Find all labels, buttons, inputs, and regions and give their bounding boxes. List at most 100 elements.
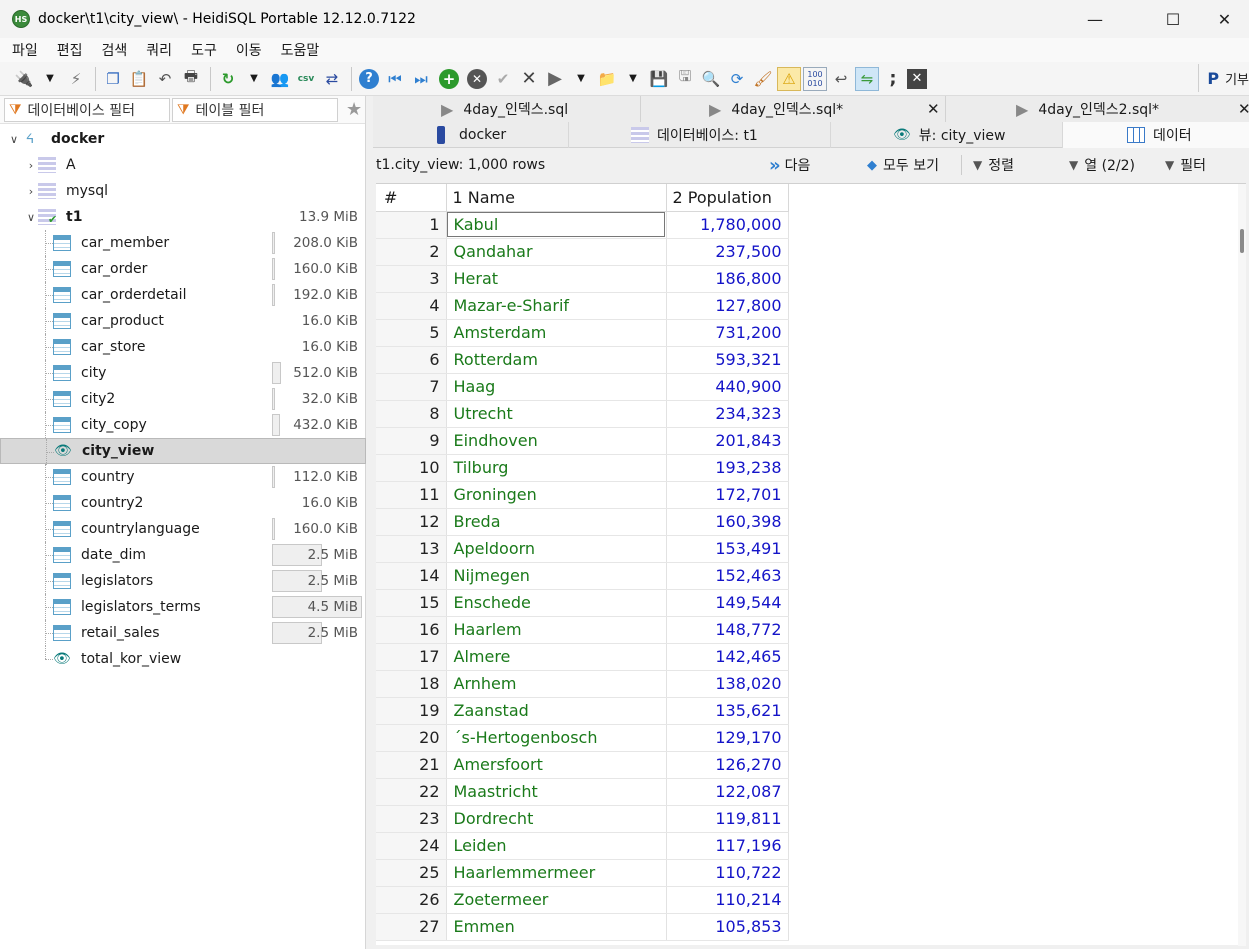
- chevron-down-icon[interactable]: ▼: [621, 67, 645, 91]
- binary-icon[interactable]: 100 010: [803, 66, 827, 91]
- close-tab-icon[interactable]: ✕: [1238, 100, 1249, 118]
- table-row[interactable]: 6 Rotterdam 593,321: [376, 346, 789, 374]
- tree-item-legislators[interactable]: legislators 2.5 MiB: [0, 568, 366, 594]
- population-cell[interactable]: 237,500: [666, 238, 789, 266]
- population-cell[interactable]: 138,020: [666, 670, 789, 698]
- table-row[interactable]: 12 Breda 160,398: [376, 508, 789, 536]
- name-cell[interactable]: Utrecht: [446, 400, 667, 428]
- tree-item-countrylanguage[interactable]: countrylanguage 160.0 KiB: [0, 516, 366, 542]
- table-row[interactable]: 2 Qandahar 237,500: [376, 238, 789, 266]
- copy-icon[interactable]: ❐: [101, 67, 125, 91]
- population-cell[interactable]: 201,843: [666, 427, 789, 455]
- table-row[interactable]: 4 Mazar-e-Sharif 127,800: [376, 292, 789, 320]
- table-row[interactable]: 19 Zaanstad 135,621: [376, 697, 789, 725]
- connect-plug-icon[interactable]: 🔌: [12, 67, 36, 91]
- name-cell[interactable]: Amsterdam: [446, 319, 667, 347]
- menu-file[interactable]: 파일: [12, 40, 38, 60]
- menu-help[interactable]: 도움말: [281, 40, 320, 60]
- menu-tools[interactable]: 도구: [191, 40, 217, 60]
- tree-item-car-order[interactable]: car_order 160.0 KiB: [0, 256, 366, 282]
- tab-docker[interactable]: docker: [373, 122, 569, 148]
- tree-db-a[interactable]: › A: [0, 152, 366, 178]
- refresh-icon[interactable]: ↻: [216, 67, 240, 91]
- tab-data[interactable]: 데이터: [1063, 122, 1249, 148]
- scrollbar-thumb[interactable]: [1240, 229, 1244, 253]
- name-cell[interactable]: Enschede: [446, 589, 667, 617]
- chevron-down-icon[interactable]: ▼: [569, 67, 593, 91]
- disconnect-icon[interactable]: ⚡: [64, 67, 88, 91]
- population-cell[interactable]: 234,323: [666, 400, 789, 428]
- name-cell[interactable]: Leiden: [446, 832, 667, 860]
- population-cell[interactable]: 129,170: [666, 724, 789, 752]
- tree-item-total-kor-view[interactable]: 👁 total_kor_view: [0, 646, 366, 672]
- name-cell[interactable]: Emmen: [446, 913, 667, 941]
- name-cell[interactable]: Haag: [446, 373, 667, 401]
- data-grid[interactable]: # 1 Name 2 Population 1 Kabul 1,780,000 2 Qa…: [376, 183, 1246, 946]
- name-cell[interactable]: Rotterdam: [446, 346, 667, 374]
- tree-item-car-member[interactable]: car_member 208.0 KiB: [0, 230, 366, 256]
- population-cell[interactable]: 160,398: [666, 508, 789, 536]
- add-row-icon[interactable]: +: [439, 68, 459, 89]
- table-row[interactable]: 24 Leiden 117,196: [376, 832, 789, 860]
- table-row[interactable]: 26 Zoetermeer 110,214: [376, 886, 789, 914]
- population-cell[interactable]: 126,270: [666, 751, 789, 779]
- tree-item-city2[interactable]: city2 32.0 KiB: [0, 386, 366, 412]
- tab-view[interactable]: 👁 뷰: city_view: [831, 122, 1063, 148]
- population-cell[interactable]: 153,491: [666, 535, 789, 563]
- table-row[interactable]: 7 Haag 440,900: [376, 373, 789, 401]
- name-cell[interactable]: Arnhem: [446, 670, 667, 698]
- paste-icon[interactable]: 📋: [127, 67, 151, 91]
- print-icon[interactable]: 🖶: [179, 67, 203, 91]
- query-tab-1[interactable]: ▶ 4day_인덱스.sql: [373, 96, 641, 122]
- database-filter-input[interactable]: ⧩ 데이터베이스 필터: [4, 97, 170, 122]
- warning-stop-icon[interactable]: ⚠: [777, 66, 801, 91]
- export-csv-icon[interactable]: csv: [294, 67, 318, 91]
- population-cell[interactable]: 110,214: [666, 886, 789, 914]
- table-row[interactable]: 1 Kabul 1,780,000: [376, 211, 789, 239]
- population-cell[interactable]: 142,465: [666, 643, 789, 671]
- header-row-number[interactable]: #: [376, 184, 447, 212]
- chevron-down-icon[interactable]: ▼: [38, 67, 62, 91]
- table-row[interactable]: 10 Tilburg 193,238: [376, 454, 789, 482]
- tab-database[interactable]: 데이터베이스: t1: [569, 122, 831, 148]
- population-cell[interactable]: 440,900: [666, 373, 789, 401]
- close-window-button[interactable]: ✕: [1200, 0, 1249, 38]
- header-name[interactable]: 1 Name: [446, 184, 667, 212]
- table-row[interactable]: 18 Arnhem 138,020: [376, 670, 789, 698]
- name-cell[interactable]: Mazar-e-Sharif: [446, 292, 667, 320]
- name-cell[interactable]: Breda: [446, 508, 667, 536]
- population-cell[interactable]: 1,780,000: [666, 211, 789, 239]
- filter-button[interactable]: ▼ 필터: [1165, 155, 1206, 175]
- table-row[interactable]: 11 Groningen 172,701: [376, 481, 789, 509]
- user-manager-icon[interactable]: 👥: [268, 67, 292, 91]
- table-row[interactable]: 23 Dordrecht 119,811: [376, 805, 789, 833]
- table-row[interactable]: 3 Herat 186,800: [376, 265, 789, 293]
- chevron-down-icon[interactable]: ∨: [25, 211, 37, 224]
- table-row[interactable]: 5 Amsterdam 731,200: [376, 319, 789, 347]
- vertical-scrollbar[interactable]: [1238, 184, 1246, 946]
- tree-item-car-orderdetail[interactable]: car_orderdetail 192.0 KiB: [0, 282, 366, 308]
- population-cell[interactable]: 122,087: [666, 778, 789, 806]
- menu-query[interactable]: 쿼리: [146, 40, 172, 60]
- name-cell[interactable]: Qandahar: [446, 238, 667, 266]
- population-cell[interactable]: 110,722: [666, 859, 789, 887]
- last-record-icon[interactable]: ⏭: [409, 67, 433, 91]
- query-tab-2[interactable]: ▶ 4day_인덱스.sql* ✕: [641, 96, 946, 122]
- name-cell[interactable]: Haarlem: [446, 616, 667, 644]
- menu-edit[interactable]: 편집: [57, 40, 83, 60]
- save-snippet-icon[interactable]: 🖫: [673, 67, 697, 91]
- population-cell[interactable]: 149,544: [666, 589, 789, 617]
- tree-root-docker[interactable]: ∨ ᔦ docker: [0, 126, 366, 152]
- name-cell[interactable]: Groningen: [446, 481, 667, 509]
- name-cell[interactable]: Eindhoven: [446, 427, 667, 455]
- run-query-icon[interactable]: ▶: [543, 67, 567, 91]
- population-cell[interactable]: 593,321: [666, 346, 789, 374]
- save-icon[interactable]: 💾: [647, 67, 671, 91]
- name-cell[interactable]: Apeldoorn: [446, 535, 667, 563]
- table-row[interactable]: 15 Enschede 149,544: [376, 589, 789, 617]
- open-folder-icon[interactable]: 📁: [595, 67, 619, 91]
- header-population[interactable]: 2 Population: [666, 184, 789, 212]
- population-cell[interactable]: 105,853: [666, 913, 789, 941]
- table-row[interactable]: 20 ´s-Hertogenbosch 129,170: [376, 724, 789, 752]
- table-row[interactable]: 27 Emmen 105,853: [376, 913, 789, 941]
